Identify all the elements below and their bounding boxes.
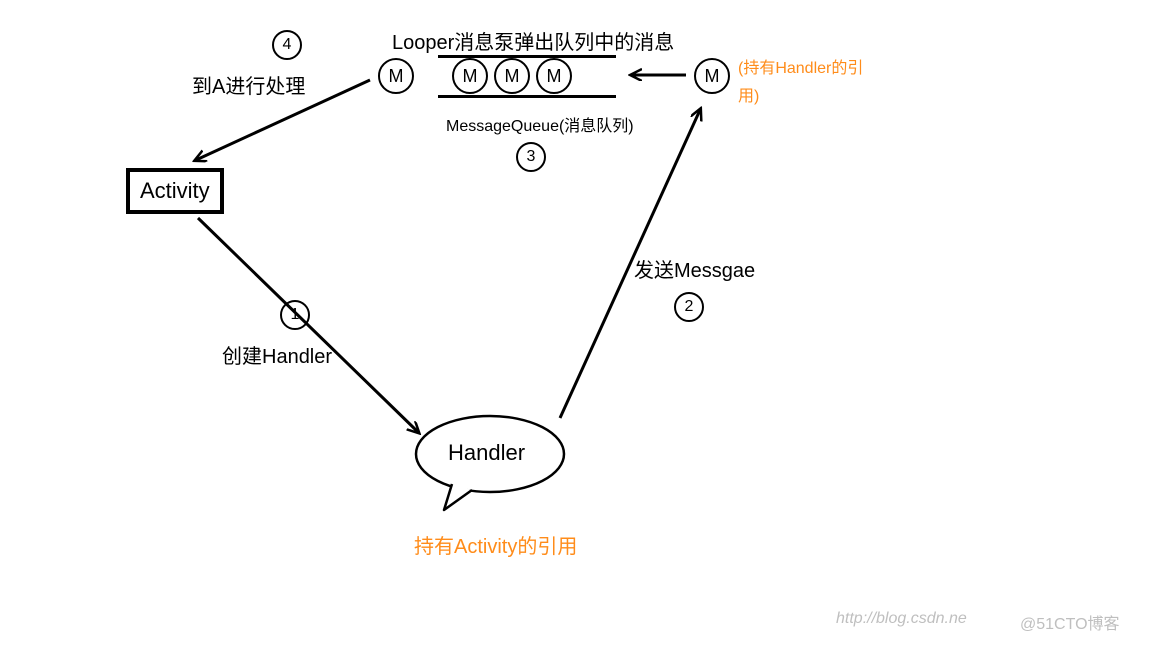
step-4-label: 到A进行处理 bbox=[192, 70, 305, 99]
watermark-left: http://blog.csdn.ne bbox=[836, 610, 967, 628]
step-4-badge: 4 bbox=[272, 30, 302, 60]
queue-line-bottom bbox=[438, 95, 616, 98]
m-icon: M bbox=[536, 58, 572, 94]
messagequeue-label: MessageQueue(消息队列) bbox=[446, 112, 634, 136]
watermark-right: @51CTO博客 bbox=[1020, 610, 1120, 634]
arrow-activity-to-handler bbox=[198, 218, 418, 432]
m-icon: M bbox=[452, 58, 488, 94]
step-3-badge: 3 bbox=[516, 142, 546, 172]
step-1-badge: 1 bbox=[280, 300, 310, 330]
step-2-badge: 2 bbox=[674, 292, 704, 322]
m-handler-ref-note-1: (持有Handler的引 bbox=[738, 54, 863, 78]
looper-title: Looper消息泵弹出队列中的消息 bbox=[392, 26, 674, 55]
m-icon-popped: M bbox=[378, 58, 414, 94]
activity-box: Activity bbox=[126, 168, 224, 214]
step-2-label: 发送Messgae bbox=[634, 254, 755, 283]
step-1-label: 创建Handler bbox=[222, 340, 332, 369]
handler-activity-ref-note: 持有Activity的引用 bbox=[414, 530, 577, 559]
diagram-canvas: Looper消息泵弹出队列中的消息 M M M M M (持有Handler的引… bbox=[0, 0, 1152, 648]
m-icon-incoming: M bbox=[694, 58, 730, 94]
m-handler-ref-note-2: 用) bbox=[738, 82, 759, 106]
m-icon: M bbox=[494, 58, 530, 94]
handler-label: Handler bbox=[448, 440, 525, 466]
